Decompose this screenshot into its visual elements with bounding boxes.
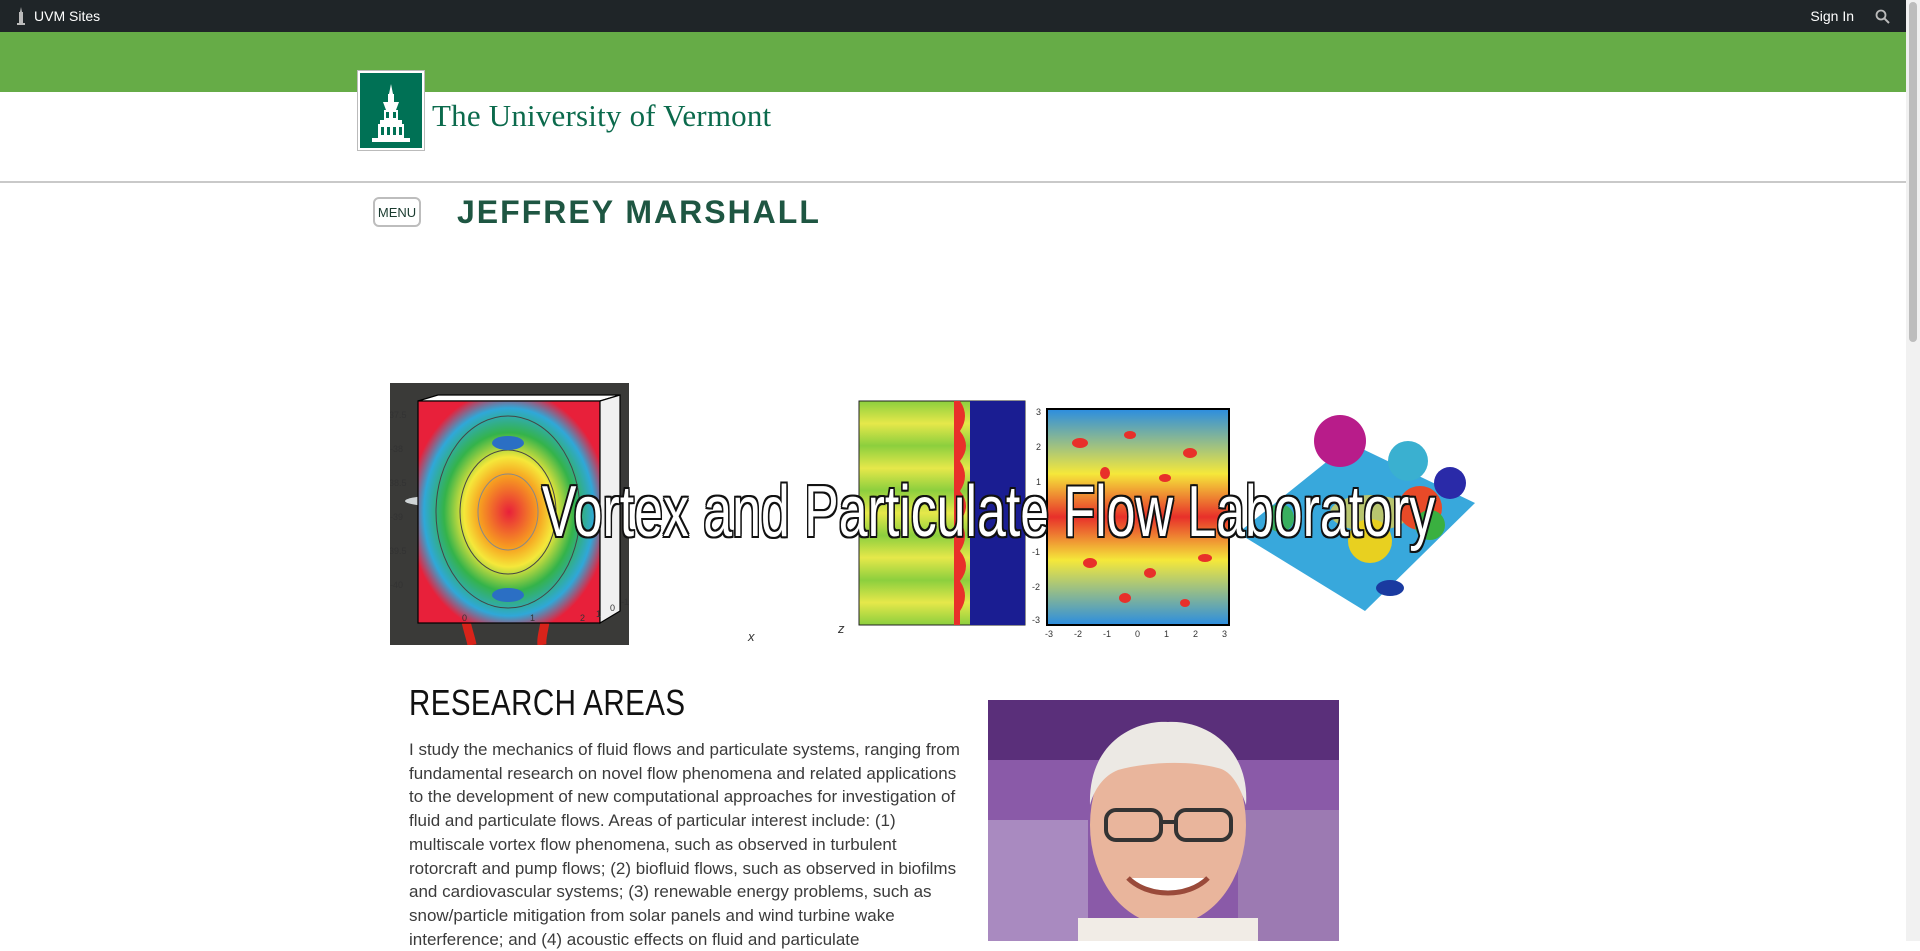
plot1-ztick: -1 [621, 597, 629, 607]
plot2-xtick: -2 [1074, 629, 1082, 639]
plot2-xtick: -1 [1103, 629, 1111, 639]
uvm-logo-link[interactable]: The University of Vermont [358, 71, 771, 150]
plot2-ytick: -3 [1032, 615, 1040, 625]
plot2-xtick: 3 [1222, 629, 1227, 639]
lab-title: Vortex and Particulate Flow Laboratory [541, 472, 1436, 552]
plot1-ytick: -40 [390, 580, 403, 590]
search-button[interactable] [1875, 0, 1890, 32]
menu-button[interactable]: MENU [373, 197, 421, 227]
plot1-xtick: 2 [580, 613, 585, 623]
research-areas-text: I study the mechanics of fluid flows and… [409, 740, 960, 949]
plot2-xtick: -3 [1045, 629, 1053, 639]
plot2-xtick: 0 [1135, 629, 1140, 639]
tower-icon [17, 7, 25, 25]
plot1-ytick: -38 [390, 444, 403, 454]
green-header-band [0, 32, 1906, 92]
sign-in-link[interactable]: Sign In [1810, 0, 1854, 32]
plot1-zlabel: z [837, 621, 845, 636]
plot2-ytick: -2 [1032, 582, 1040, 592]
plot2-xtick: 1 [1164, 629, 1169, 639]
jeffrey-marshall-portrait [988, 700, 1339, 941]
plot1-ztick: 1 [596, 609, 601, 619]
plot1-ytick: -39 [390, 512, 403, 522]
page-scrollbar[interactable] [1906, 0, 1920, 941]
plot1-ztick: 0 [610, 603, 615, 613]
plot2-xtick: 2 [1193, 629, 1198, 639]
utility-bar: UVM Sites Sign In [0, 0, 1906, 32]
plot2-ytick: 2 [1036, 442, 1041, 452]
plot2-ytick: 3 [1036, 407, 1041, 417]
plot1-ytick: -38.5 [390, 478, 407, 488]
plot1-xlabel: x [747, 629, 755, 644]
uvm-wordmark: The University of Vermont [432, 97, 772, 133]
scrollbar-thumb[interactable] [1909, 2, 1917, 342]
lab-banner: -37.5 -38 -38.5 -39 -39.5 -40 0 1 2 1 0 … [390, 383, 1475, 645]
search-icon [1875, 9, 1890, 24]
header-divider [0, 181, 1906, 183]
plot1-ytick: -37.5 [390, 410, 407, 420]
plot1-xtick: 0 [462, 613, 467, 623]
site-title[interactable]: JEFFREY MARSHALL [457, 194, 821, 231]
research-areas-heading: RESEARCH AREAS [409, 682, 686, 723]
plot1-xtick: 1 [530, 613, 535, 623]
uvm-sites-label: UVM Sites [34, 8, 101, 24]
uvm-sites-link[interactable]: UVM Sites [16, 0, 100, 32]
uvm-seal-icon [358, 71, 424, 150]
plot1-ytick: -39.5 [390, 546, 407, 556]
